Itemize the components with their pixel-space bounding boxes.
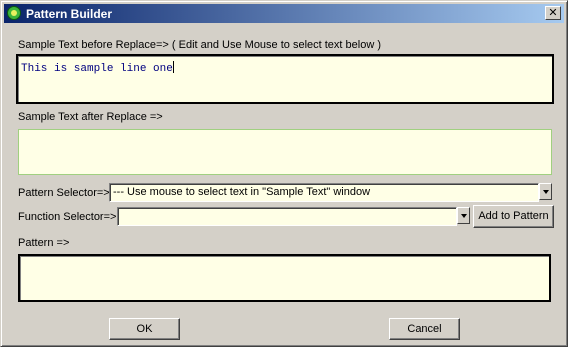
close-button[interactable]: ✕ bbox=[545, 6, 561, 20]
pattern-label: Pattern => bbox=[18, 237, 70, 249]
pattern-textarea[interactable] bbox=[18, 254, 551, 302]
close-icon: ✕ bbox=[548, 6, 558, 19]
sample-before-label: Sample Text before Replace=> ( Edit and … bbox=[18, 39, 381, 51]
window-title: Pattern Builder bbox=[26, 7, 113, 21]
function-selector-label: Function Selector=> bbox=[18, 211, 117, 223]
pattern-builder-window: Pattern Builder ✕ Sample Text before Rep… bbox=[0, 0, 568, 347]
pattern-selector-value: --- Use mouse to select text in "Sample … bbox=[113, 186, 371, 198]
sample-before-textarea[interactable]: This is sample line one bbox=[16, 54, 554, 104]
function-selector-combo[interactable] bbox=[117, 207, 457, 226]
app-icon[interactable] bbox=[7, 6, 21, 20]
title-bar[interactable]: Pattern Builder ✕ bbox=[4, 4, 564, 23]
pattern-selector-label: Pattern Selector=> bbox=[18, 187, 110, 199]
sample-before-text: This is sample line one bbox=[21, 63, 173, 75]
pattern-selector-combo[interactable]: --- Use mouse to select text in "Sample … bbox=[109, 183, 539, 202]
pattern-selector-dropdown-button[interactable] bbox=[539, 183, 552, 200]
ok-button[interactable]: OK bbox=[109, 318, 180, 340]
text-caret bbox=[172, 61, 174, 73]
function-selector-dropdown-button[interactable] bbox=[457, 207, 470, 224]
sample-after-label: Sample Text after Replace => bbox=[18, 111, 163, 123]
sample-after-textarea[interactable] bbox=[18, 129, 552, 175]
add-to-pattern-button[interactable]: Add to Pattern bbox=[473, 205, 554, 228]
cancel-button[interactable]: Cancel bbox=[389, 318, 460, 340]
